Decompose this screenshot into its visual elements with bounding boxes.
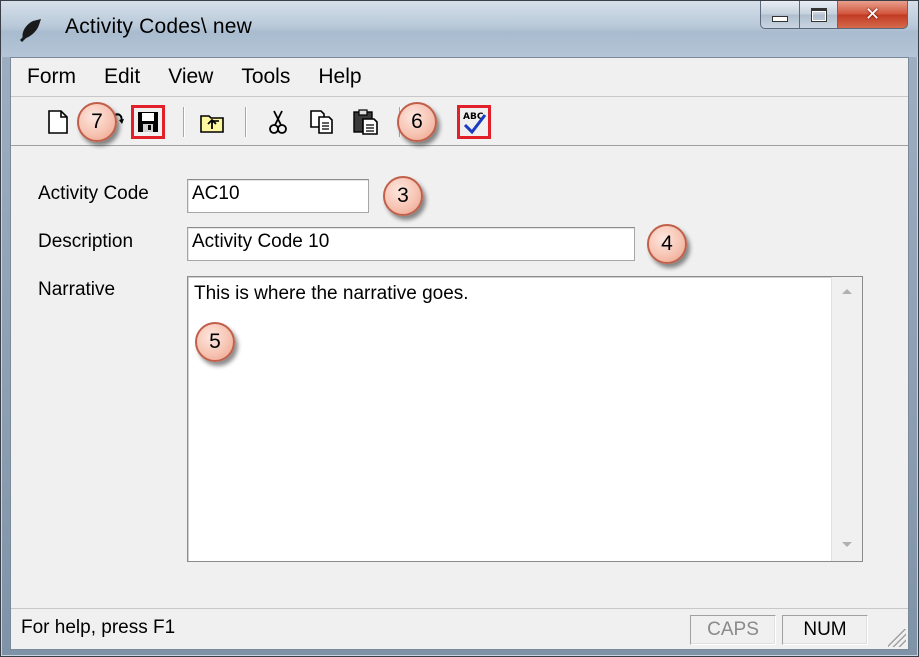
menu-edit[interactable]: Edit xyxy=(90,65,154,89)
resize-grip[interactable] xyxy=(888,629,906,647)
menu-form[interactable]: Form xyxy=(11,65,90,89)
callout-3: 3 xyxy=(383,176,423,216)
narrative-text: This is where the narrative goes. xyxy=(194,283,469,304)
save-button[interactable] xyxy=(131,105,165,139)
toolbar: ABC 7 6 xyxy=(11,97,908,146)
callout-7: 7 xyxy=(77,102,117,142)
client-area: Form Edit View Tools Help ABC 7 6 Activi… xyxy=(10,57,909,650)
status-help-text: For help, press F1 xyxy=(21,617,176,638)
activity-code-label: Activity Code xyxy=(38,183,149,204)
cut-button[interactable] xyxy=(261,105,295,139)
description-input[interactable]: Activity Code 10 xyxy=(187,227,635,261)
menu-tools[interactable]: Tools xyxy=(227,65,304,89)
caps-indicator: CAPS xyxy=(690,615,776,645)
minimize-button[interactable] xyxy=(760,1,800,29)
menu-view[interactable]: View xyxy=(154,65,227,89)
cut-icon xyxy=(269,110,287,134)
narrative-scrollbar[interactable] xyxy=(831,277,862,561)
caption-buttons: ✕ xyxy=(760,1,908,31)
save-icon xyxy=(138,112,158,132)
callout-5: 5 xyxy=(195,322,235,362)
copy-button[interactable] xyxy=(305,105,339,139)
status-bar: For help, press F1 CAPS NUM xyxy=(11,608,908,649)
minimize-icon xyxy=(772,15,788,22)
description-label: Description xyxy=(38,231,134,252)
paste-button[interactable] xyxy=(349,105,383,139)
maximize-icon xyxy=(810,7,827,22)
toolbar-separator xyxy=(183,107,185,137)
app-logo-icon xyxy=(19,19,41,43)
callout-4: 4 xyxy=(647,224,687,264)
new-document-icon xyxy=(48,110,68,134)
scroll-up-icon[interactable] xyxy=(842,289,852,294)
up-folder-button[interactable] xyxy=(195,105,229,139)
menu-bar: Form Edit View Tools Help xyxy=(11,58,908,97)
toolbar-separator xyxy=(245,107,247,137)
up-folder-icon xyxy=(200,115,224,133)
new-button[interactable] xyxy=(41,105,75,139)
spell-check-icon: ABC xyxy=(463,112,487,135)
narrative-label: Narrative xyxy=(38,279,116,300)
title-bar[interactable]: Activity Codes\ new ✕ xyxy=(1,1,918,57)
close-icon: ✕ xyxy=(864,4,881,25)
application-window: Activity Codes\ new ✕ Form Edit View Too… xyxy=(0,0,919,657)
copy-icon xyxy=(310,110,333,134)
num-indicator: NUM xyxy=(782,615,868,645)
paste-icon xyxy=(353,109,378,135)
scroll-down-icon[interactable] xyxy=(842,542,852,547)
spell-check-button[interactable]: ABC xyxy=(457,105,491,139)
callout-6: 6 xyxy=(397,102,437,142)
close-button[interactable]: ✕ xyxy=(838,1,908,29)
menu-help[interactable]: Help xyxy=(304,65,375,89)
window-title: Activity Codes\ new xyxy=(65,15,253,38)
maximize-button[interactable] xyxy=(800,1,838,29)
narrative-textarea[interactable]: This is where the narrative goes. xyxy=(187,276,863,562)
activity-code-input[interactable]: AC10 xyxy=(187,179,369,213)
